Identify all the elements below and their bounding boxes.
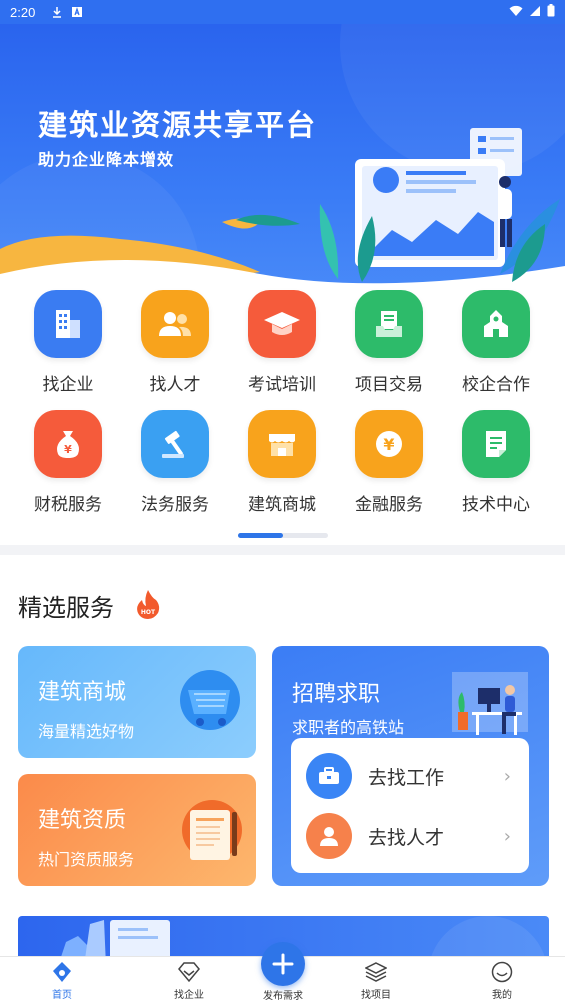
banner-subtitle: 助力企业降本增效 (38, 150, 175, 169)
card-title: 建筑资质 (38, 808, 127, 833)
shop-icon (248, 410, 316, 478)
card-recruitment[interactable]: 招聘求职 求职者的高铁站 去找工作 › 去找人才 › (272, 646, 549, 886)
smiley-user-icon (491, 961, 513, 983)
font-notification-icon (71, 6, 83, 18)
grid-page-indicator (238, 533, 328, 538)
service-grid: 找企业 找人才 考试培训 项目交易 校企合作 ¥ 财税服务 法务服务 建筑商城 … (0, 284, 565, 546)
hero-banner[interactable]: 建筑业资源共享平台 助力企业降本增效 (0, 24, 565, 309)
yen-coin-icon: ¥ (355, 410, 423, 478)
grid-item-finance[interactable]: ¥ 金融服务 (339, 410, 439, 515)
card-title: 建筑商城 (38, 680, 127, 705)
tab-label: 我的 (492, 990, 512, 1001)
plus-icon (272, 953, 294, 975)
person-icon (306, 813, 352, 859)
card-subtitle: 热门资质服务 (38, 850, 135, 869)
tab-label: 找项目 (361, 990, 391, 1001)
card-subtitle: 海量精选好物 (38, 722, 135, 741)
grid-item-finance-tax[interactable]: ¥ 财税服务 (18, 410, 118, 515)
recruit-panel: 去找工作 › 去找人才 › (291, 738, 529, 873)
publish-demand-button[interactable] (261, 942, 305, 986)
svg-text:¥: ¥ (383, 435, 394, 454)
hot-flame-icon: HOT (134, 588, 162, 624)
page-indicator-active (238, 533, 283, 538)
status-bar: 2:20 (0, 0, 565, 24)
money-bag-icon: ¥ (34, 410, 102, 478)
grid-label: 找企业 (42, 375, 94, 395)
grid-item-building-mall[interactable]: 建筑商城 (232, 410, 332, 515)
find-job-label: 去找工作 (368, 766, 445, 789)
card-subtitle: 求职者的高铁站 (292, 718, 405, 737)
gavel-icon (141, 410, 209, 478)
tab-home[interactable]: 首页 (22, 961, 102, 1001)
grid-label: 找人才 (149, 375, 201, 395)
tab-label: 首页 (52, 990, 72, 1001)
grid-item-school-enterprise[interactable]: 校企合作 (446, 290, 546, 395)
chevron-right-icon: › (503, 765, 511, 787)
hot-badge-text: HOT (141, 609, 156, 616)
signal-icon (529, 5, 541, 20)
tab-find-company[interactable]: 找企业 (149, 961, 229, 1001)
tab-label: 找企业 (174, 990, 204, 1001)
grid-label: 考试培训 (248, 375, 316, 395)
school-icon (462, 290, 530, 358)
grid-label: 财税服务 (34, 495, 102, 515)
people-icon (141, 290, 209, 358)
building-icon (34, 290, 102, 358)
grid-label: 金融服务 (355, 495, 423, 515)
card-building-mall[interactable]: 建筑商城 海量精选好物 (18, 646, 256, 758)
download-icon (51, 6, 63, 18)
section-divider (0, 545, 565, 555)
grid-label: 校企合作 (462, 375, 530, 395)
shopping-cart-icon (180, 670, 240, 730)
layers-icon (365, 962, 387, 982)
publish-demand-label: 发布需求 (263, 991, 303, 1002)
grid-item-exam-training[interactable]: 考试培训 (232, 290, 332, 395)
wifi-icon (509, 5, 523, 20)
office-worker-illustration (452, 672, 528, 735)
grid-label: 建筑商城 (248, 495, 316, 515)
find-talent-label: 去找人才 (368, 826, 445, 849)
document-tray-icon (355, 290, 423, 358)
grid-item-legal[interactable]: 法务服务 (125, 410, 225, 515)
tab-find-project[interactable]: 找项目 (336, 961, 416, 1001)
note-icon (462, 410, 530, 478)
certificate-icon (182, 800, 242, 860)
grid-item-find-talent[interactable]: 找人才 (125, 290, 225, 395)
diamond-icon (178, 962, 200, 983)
grid-item-find-company[interactable]: 找企业 (18, 290, 118, 395)
grid-label: 技术中心 (462, 495, 530, 515)
svg-text:¥: ¥ (64, 443, 72, 456)
grid-label: 法务服务 (141, 495, 209, 515)
find-talent-row[interactable]: 去找人才 › (291, 806, 529, 866)
section-title: 精选服务 (18, 594, 114, 622)
chevron-right-icon: › (503, 825, 511, 847)
battery-icon (547, 4, 555, 20)
status-time: 2:20 (10, 4, 36, 20)
grid-item-tech-center[interactable]: 技术中心 (446, 410, 546, 515)
card-title: 招聘求职 (292, 682, 381, 707)
find-job-row[interactable]: 去找工作 › (291, 746, 529, 806)
home-icon (53, 962, 71, 982)
grid-label: 项目交易 (355, 375, 423, 395)
graduation-cap-icon (248, 290, 316, 358)
grid-item-project-trade[interactable]: 项目交易 (339, 290, 439, 395)
banner-title: 建筑业资源共享平台 (38, 108, 318, 142)
card-building-qualification[interactable]: 建筑资质 热门资质服务 (18, 774, 256, 886)
briefcase-icon (306, 753, 352, 799)
tab-mine[interactable]: 我的 (462, 961, 542, 1001)
